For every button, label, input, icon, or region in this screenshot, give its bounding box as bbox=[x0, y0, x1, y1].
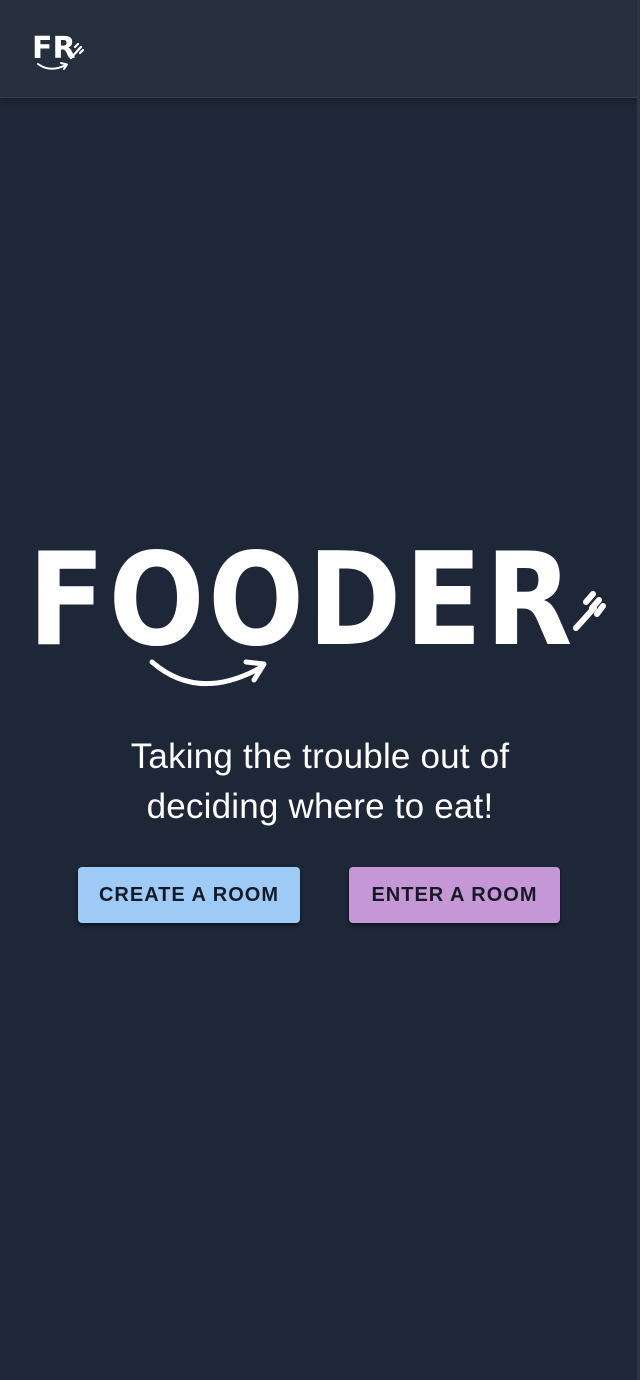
fooder-logo: FOODER bbox=[28, 530, 606, 686]
fooder-logo-text: FOODER bbox=[28, 530, 576, 675]
app-root: FR FOODER Taking the trouble out of deci… bbox=[0, 0, 640, 1380]
enter-room-button[interactable]: ENTER A ROOM bbox=[349, 867, 560, 923]
tagline: Taking the trouble out of deciding where… bbox=[130, 737, 510, 826]
hero-section: FOODER Taking the trouble out of decidin… bbox=[0, 0, 640, 1380]
create-room-button[interactable]: CREATE A ROOM bbox=[78, 867, 300, 923]
